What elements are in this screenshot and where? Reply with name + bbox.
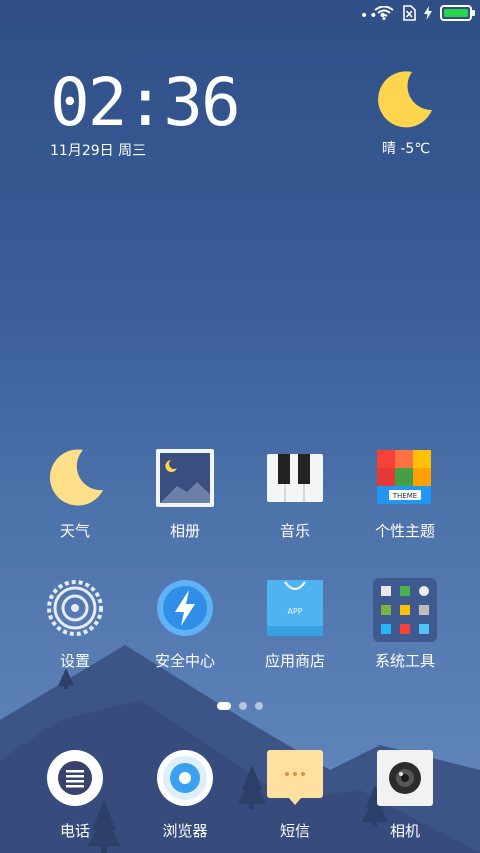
settings-gear-icon xyxy=(47,580,103,636)
app-label: 安全中心 xyxy=(154,652,215,670)
app-label: 浏览器 xyxy=(162,822,208,840)
page-dot xyxy=(239,702,247,710)
phone-icon xyxy=(47,750,103,806)
weather-text: 晴 -5℃ xyxy=(381,141,431,157)
security-bolt-icon xyxy=(157,580,213,636)
wifi-icon xyxy=(374,6,394,20)
app-settings[interactable]: 设置 xyxy=(20,578,130,671)
app-label: 天气 xyxy=(59,522,90,540)
app-gallery[interactable]: 相册 xyxy=(130,448,240,541)
app-label: 相册 xyxy=(169,522,200,540)
app-messages[interactable]: 短信 xyxy=(240,748,350,841)
themes-icon: THEME xyxy=(377,450,431,504)
browser-icon xyxy=(157,750,213,806)
app-label: 系统工具 xyxy=(374,652,435,670)
app-themes[interactable]: THEME 个性主题 xyxy=(350,448,460,541)
page-dot xyxy=(255,702,263,710)
app-weather[interactable]: 天气 xyxy=(20,448,130,541)
system-tools-folder-icon xyxy=(373,578,437,642)
page-indicator[interactable] xyxy=(0,702,480,710)
weather-widget[interactable]: 晴 -5℃ xyxy=(374,70,438,158)
app-label: 短信 xyxy=(279,822,310,840)
app-label: 音乐 xyxy=(279,522,310,540)
app-camera[interactable]: 相机 xyxy=(350,748,460,841)
page-dot-active xyxy=(217,702,231,710)
app-store-icon-text: APP xyxy=(287,607,302,616)
status-bar: ••• xyxy=(0,0,480,28)
app-security[interactable]: 安全中心 xyxy=(130,578,240,671)
app-music[interactable]: 音乐 xyxy=(240,448,350,541)
theme-icon-text: THEME xyxy=(392,492,417,500)
app-store[interactable]: APP 应用商店 xyxy=(240,578,350,671)
app-label: 相机 xyxy=(389,822,420,840)
messages-icon xyxy=(267,750,323,805)
moon-icon xyxy=(378,71,432,128)
app-store-bag-icon: APP xyxy=(267,580,323,636)
app-system-tools[interactable]: 系统工具 xyxy=(350,578,460,671)
tree-icon xyxy=(58,668,74,689)
app-phone[interactable]: 电话 xyxy=(20,748,130,841)
music-piano-icon xyxy=(267,454,323,502)
battery-icon xyxy=(440,5,475,21)
charging-icon xyxy=(424,6,432,20)
app-browser[interactable]: 浏览器 xyxy=(130,748,240,841)
app-label: 电话 xyxy=(59,822,90,840)
clock-widget[interactable]: 02:36 11月29日 周三 xyxy=(50,64,241,160)
app-label: 设置 xyxy=(59,652,90,670)
clock-time: 02:36 xyxy=(50,64,241,141)
app-label: 个性主题 xyxy=(374,522,435,540)
no-sim-icon xyxy=(403,5,416,21)
camera-icon xyxy=(377,750,433,806)
gallery-icon xyxy=(156,449,214,507)
weather-moon-icon xyxy=(49,449,103,506)
app-label: 应用商店 xyxy=(264,652,325,670)
clock-date: 11月29日 周三 xyxy=(50,143,147,159)
